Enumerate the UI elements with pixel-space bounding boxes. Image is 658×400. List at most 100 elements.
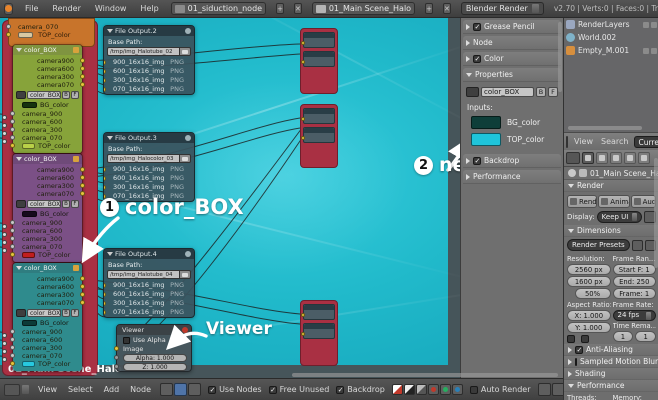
use-nodes-toggle[interactable]: Use Nodes bbox=[208, 385, 262, 394]
tab-object[interactable] bbox=[638, 152, 650, 164]
nodetree-browse-icon[interactable] bbox=[466, 87, 479, 97]
panel-backdrop[interactable]: Backdrop bbox=[463, 154, 561, 168]
backdrop-alpha-icon[interactable] bbox=[404, 384, 415, 395]
blender-logo-icon[interactable] bbox=[4, 3, 13, 15]
close-layout-button[interactable]: ✕ bbox=[294, 3, 302, 14]
outliner-scrollbar[interactable] bbox=[568, 126, 642, 130]
aspect-y-slider[interactable]: Y: 1.000 bbox=[567, 322, 611, 333]
pin-icon[interactable] bbox=[568, 169, 576, 177]
expand-icon[interactable] bbox=[466, 24, 470, 30]
restrict-icon[interactable] bbox=[643, 22, 649, 28]
menu-render[interactable]: Render bbox=[50, 4, 82, 13]
frame-rate-dropdown[interactable]: 24 fps bbox=[613, 310, 657, 321]
properties-scrollbar[interactable] bbox=[654, 158, 658, 268]
node-name-field[interactable]: color_BOX bbox=[481, 87, 534, 97]
time-remap-old-slider[interactable]: 1 bbox=[613, 331, 634, 342]
menu-outliner-view[interactable]: View bbox=[572, 137, 595, 146]
panel-node[interactable]: Node bbox=[463, 36, 561, 50]
time-remap-new-slider[interactable]: 1 bbox=[635, 331, 656, 342]
panel-properties[interactable]: Properties bbox=[463, 68, 561, 82]
grease-pencil-checkbox[interactable] bbox=[473, 23, 481, 31]
tab-scene[interactable] bbox=[610, 152, 622, 164]
backdrop-color-alpha-icon[interactable] bbox=[392, 384, 403, 395]
resolution-y-slider[interactable]: 1600 px bbox=[567, 276, 611, 287]
motion-blur-checkbox[interactable] bbox=[575, 358, 577, 366]
border-checkbox[interactable] bbox=[567, 335, 575, 343]
anti-aliasing-checkbox[interactable] bbox=[575, 346, 583, 354]
collapse-icon[interactable] bbox=[466, 73, 472, 77]
scene-selector[interactable]: 01_Main Scene_Halo bbox=[312, 2, 415, 15]
panel-performance[interactable]: Performance bbox=[463, 170, 561, 184]
add-preset-button[interactable] bbox=[632, 240, 643, 251]
resolution-percent-slider[interactable]: 50% bbox=[575, 288, 611, 299]
green-channel-icon[interactable] bbox=[440, 384, 451, 395]
animation-button[interactable]: Animation bbox=[598, 195, 629, 208]
single-user-button[interactable]: F bbox=[548, 87, 558, 97]
shader-nodes-icon[interactable] bbox=[160, 383, 173, 396]
render-presets-dropdown[interactable]: Render Presets bbox=[567, 239, 630, 251]
compositing-nodes-icon[interactable] bbox=[174, 383, 187, 396]
menu-view[interactable]: View bbox=[36, 385, 59, 394]
backdrop-checkbox[interactable] bbox=[473, 157, 481, 165]
bg-color-swatch[interactable] bbox=[471, 116, 501, 129]
close-scene-button[interactable]: ✕ bbox=[443, 3, 451, 14]
tab-render[interactable] bbox=[582, 152, 594, 164]
properties-editor-icon[interactable] bbox=[566, 152, 580, 164]
free-unused-toggle[interactable]: Free Unused bbox=[269, 385, 330, 394]
end-frame-slider[interactable]: End: 250 bbox=[613, 276, 657, 287]
screen-layout-selector[interactable]: 01_siduction_node bbox=[171, 2, 266, 15]
render-step-icon[interactable] bbox=[538, 383, 551, 396]
restrict-icon[interactable] bbox=[651, 22, 657, 28]
expand-icon[interactable] bbox=[466, 174, 470, 180]
tab-world[interactable] bbox=[624, 152, 636, 164]
panel-sampled-motion-blur[interactable]: Sampled Motion Blur bbox=[564, 356, 658, 368]
blue-channel-icon[interactable] bbox=[452, 384, 463, 395]
red-channel-icon[interactable] bbox=[428, 384, 439, 395]
outliner-editor-icon[interactable] bbox=[566, 136, 568, 148]
menu-window[interactable]: Window bbox=[93, 4, 129, 13]
audio-button[interactable]: Audio bbox=[631, 195, 656, 208]
panel-grease-pencil[interactable]: Grease Pencil bbox=[463, 20, 561, 34]
restrict-select-icon[interactable] bbox=[643, 48, 649, 54]
rerender-icon[interactable] bbox=[552, 383, 564, 396]
canvas-horizontal-scrollbar[interactable] bbox=[292, 373, 558, 377]
outliner-item-world[interactable]: World.002 bbox=[564, 31, 658, 44]
start-frame-slider[interactable]: Start F: 1 bbox=[613, 264, 657, 275]
panel-shading[interactable]: Shading bbox=[564, 368, 658, 380]
crop-checkbox[interactable] bbox=[581, 335, 589, 343]
node-editor-canvas[interactable]: 01_Main Scene_Halo camera_070 TOP_color … bbox=[0, 18, 563, 378]
add-scene-button[interactable]: + bbox=[425, 3, 433, 14]
expand-icon[interactable] bbox=[466, 40, 470, 46]
current-frame-slider[interactable]: Frame: 1 bbox=[613, 288, 657, 299]
expand-icon[interactable] bbox=[466, 158, 470, 164]
tab-render-layers[interactable] bbox=[596, 152, 608, 164]
n-panel-scrollbar[interactable] bbox=[558, 22, 562, 92]
outliner-item-renderlayers[interactable]: RenderLayers bbox=[564, 18, 658, 31]
fake-user-button[interactable]: B bbox=[536, 87, 546, 97]
render-engine-dropdown[interactable]: Blender Render bbox=[461, 2, 544, 15]
menu-file[interactable]: File bbox=[23, 4, 40, 13]
outliner-display-mode-dropdown[interactable]: Current bbox=[634, 136, 658, 148]
aspect-x-slider[interactable]: X: 1.000 bbox=[567, 310, 611, 321]
expand-icon[interactable] bbox=[466, 56, 470, 62]
add-layout-button[interactable]: + bbox=[276, 3, 284, 14]
top-color-swatch[interactable] bbox=[471, 133, 501, 146]
color-checkbox[interactable] bbox=[473, 55, 481, 63]
restrict-render-icon[interactable] bbox=[651, 48, 657, 54]
menu-outliner-search[interactable]: Search bbox=[599, 137, 630, 146]
menu-node[interactable]: Node bbox=[128, 385, 153, 394]
panel-color[interactable]: Color bbox=[463, 52, 561, 66]
menu-add[interactable]: Add bbox=[102, 385, 122, 394]
resolution-x-slider[interactable]: 2560 px bbox=[567, 264, 611, 275]
backdrop-value-icon[interactable] bbox=[416, 384, 427, 395]
panel-render[interactable]: Render bbox=[564, 180, 658, 192]
render-button[interactable]: Render bbox=[567, 195, 597, 208]
panel-anti-aliasing[interactable]: Anti-Aliasing bbox=[564, 344, 658, 356]
menu-select[interactable]: Select bbox=[66, 385, 95, 394]
editor-type-icon[interactable] bbox=[4, 384, 20, 396]
texture-nodes-icon[interactable] bbox=[188, 383, 201, 396]
backdrop-toggle[interactable]: Backdrop bbox=[336, 385, 385, 394]
auto-render-toggle[interactable]: Auto Render bbox=[470, 385, 531, 394]
panel-dimensions[interactable]: Dimensions bbox=[564, 225, 658, 237]
display-dropdown[interactable]: Keep UI bbox=[597, 211, 642, 223]
